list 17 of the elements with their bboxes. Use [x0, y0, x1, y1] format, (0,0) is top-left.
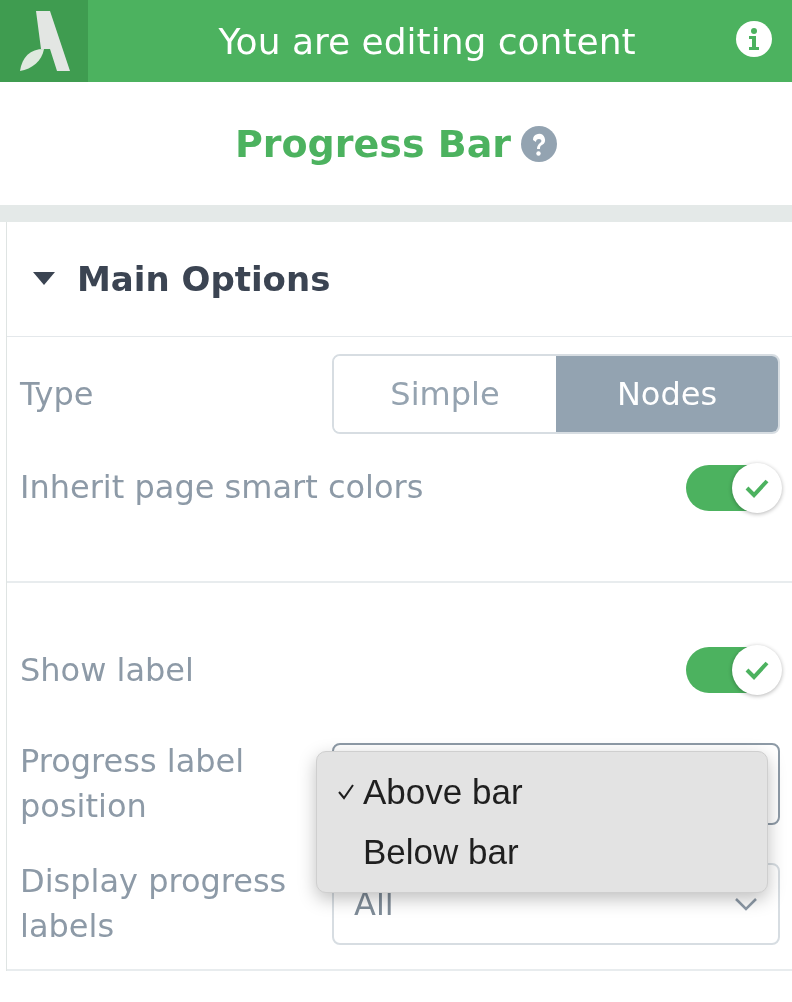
field-label: Display progress labels: [20, 861, 288, 947]
field-label: Inherit page smart colors: [20, 467, 424, 508]
field-label: Show label: [20, 649, 194, 691]
field-label: Progress label position: [20, 741, 246, 827]
toggle-switch[interactable]: [686, 465, 780, 511]
panel-title: Progress Bar: [234, 121, 512, 166]
chevron-icon: [734, 897, 758, 911]
caret-icon[interactable]: [33, 272, 55, 286]
info-icon[interactable]: [736, 21, 772, 57]
section-title[interactable]: Main Options: [77, 259, 331, 299]
check-icon: [744, 478, 770, 498]
menu-option[interactable]: Above bar: [317, 762, 767, 822]
toggle-switch[interactable]: [686, 647, 780, 693]
check-icon: [744, 660, 770, 680]
header-title: You are editing content: [217, 20, 637, 62]
help-icon[interactable]: [521, 125, 558, 162]
field-label: Type: [20, 373, 94, 415]
